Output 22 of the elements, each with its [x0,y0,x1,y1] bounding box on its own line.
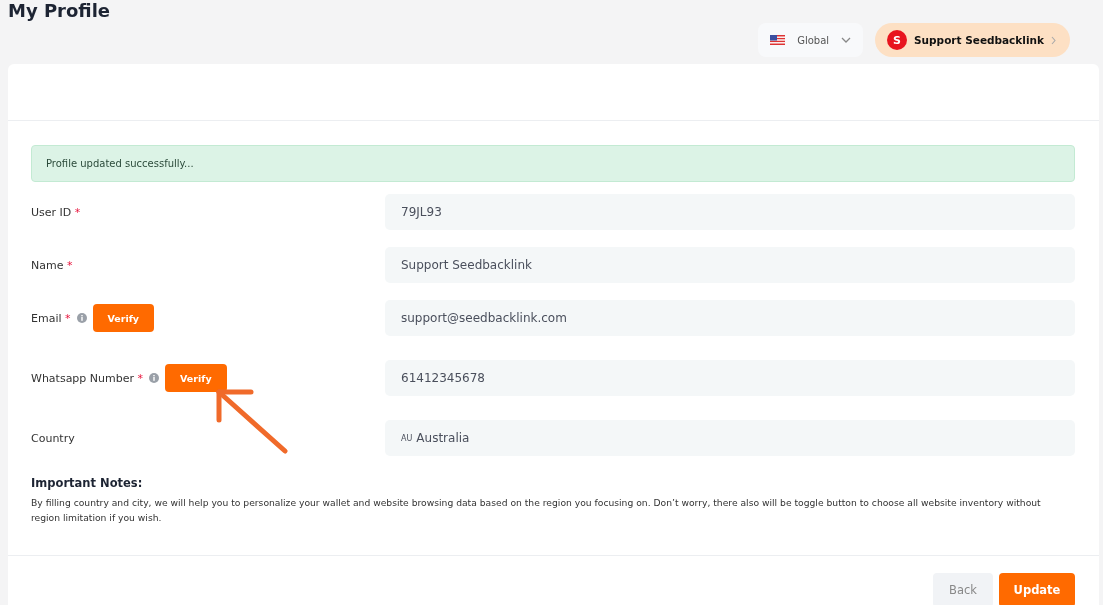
chevron-right-icon [1051,35,1056,45]
input-field[interactable]: Support Seedbacklink [385,247,1075,283]
info-icon[interactable] [76,313,87,323]
success-alert: Profile updated successfully... [31,145,1075,182]
input-field[interactable]: AU Australia [385,420,1075,456]
page-title: My Profile [7,0,112,22]
notes-heading: Important Notes: [31,476,144,490]
field-label: Whatsapp Number * [31,371,144,385]
field-label: Email * [31,311,71,325]
chevron-down-icon [841,37,852,43]
notes-text: By filling country and city, we will help you to personalize your wallet and website browsing data based on the region you focusing on. Don’t worry, there also will be toggle button to choose all website inventory without region limitation if you wish. [31,496,1042,525]
input-field[interactable]: support@seedbacklink.com [385,300,1075,336]
info-icon[interactable] [149,373,160,383]
field-label: Country [31,431,75,445]
region-dropdown[interactable]: Global [758,23,864,57]
input-field[interactable]: 79JL93 [385,194,1075,230]
field-label: Name * [31,258,73,272]
input-field[interactable]: 61412345678 [385,360,1075,396]
field-label: User ID * [31,205,81,219]
user-menu-button[interactable]: S Support Seedbacklink [875,23,1070,57]
flag-icon [770,35,786,45]
avatar-initial: S [887,30,908,50]
